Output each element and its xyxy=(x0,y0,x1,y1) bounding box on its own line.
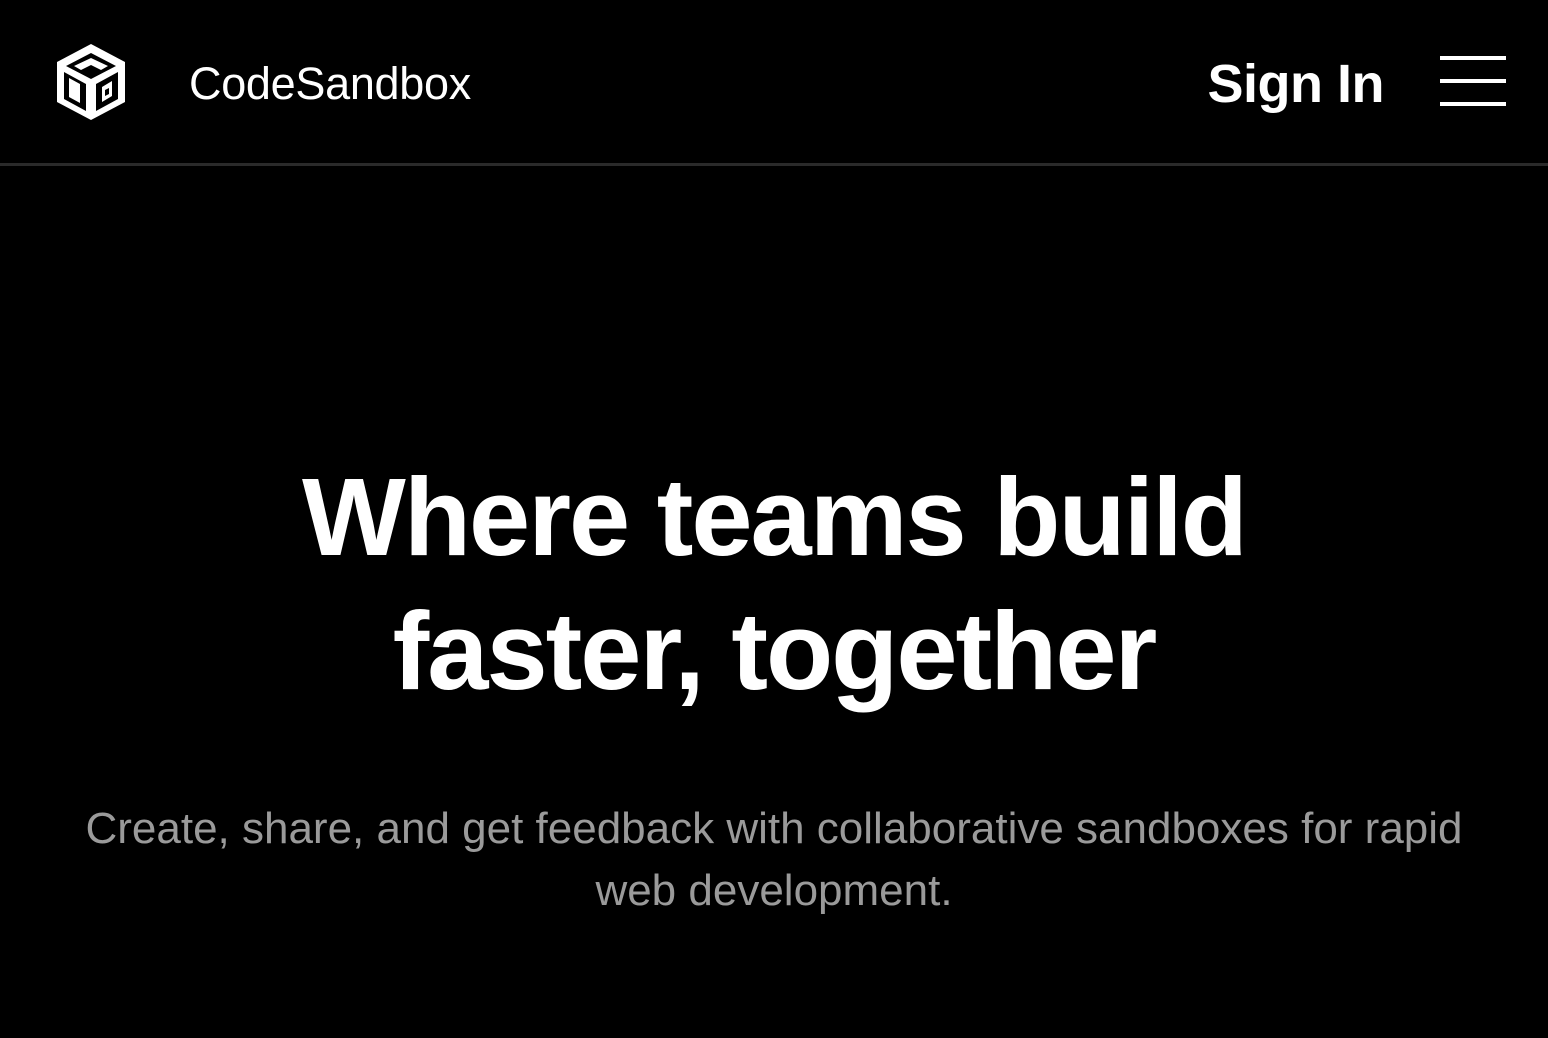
hero-subtitle: Create, share, and get feedback with col… xyxy=(85,804,1463,915)
hamburger-menu-icon[interactable] xyxy=(1440,56,1506,108)
top-navigation-bar: CodeSandbox Sign In xyxy=(0,0,1548,166)
home-logo-link[interactable]: CodeSandbox xyxy=(54,40,471,124)
hero-section: Where teams build faster, together Creat… xyxy=(0,166,1548,1038)
sign-in-link[interactable]: Sign In xyxy=(1208,52,1385,116)
menu-bar-bottom xyxy=(1440,102,1506,106)
hero-title-line-1: Where teams build xyxy=(302,456,1248,579)
brand-name: CodeSandbox xyxy=(189,58,471,109)
codesandbox-cube-icon xyxy=(57,44,125,120)
menu-bar-middle xyxy=(1440,79,1506,83)
hero-title-line-2: faster, together xyxy=(392,590,1158,713)
landing-page: CodeSandbox Sign In Where teams build fa… xyxy=(0,0,1548,1038)
hero-title: Where teams build faster, together xyxy=(0,451,1548,719)
menu-bar-top xyxy=(1440,56,1506,60)
